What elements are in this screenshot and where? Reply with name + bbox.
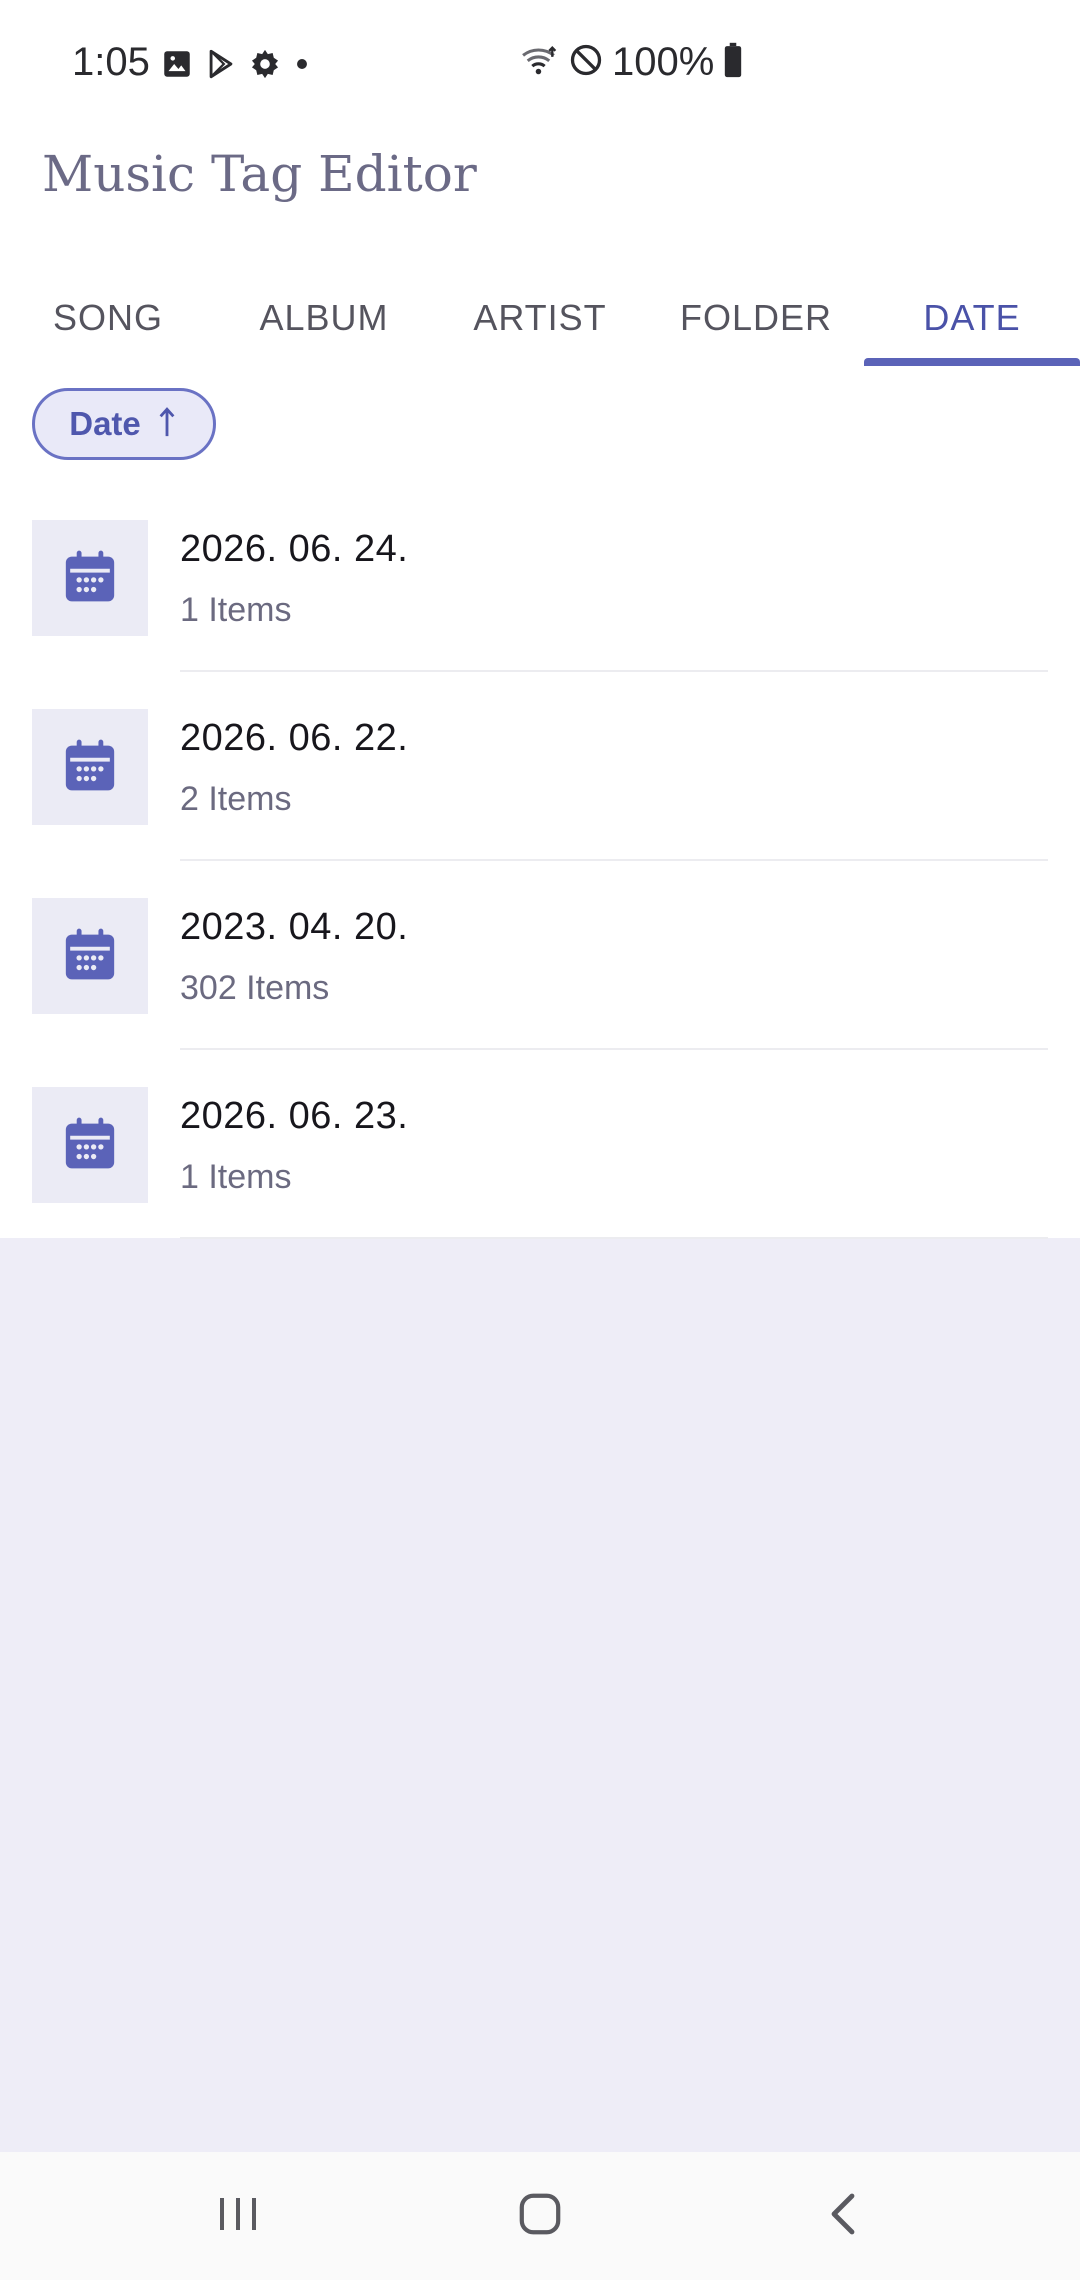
battery-percent: 100% [612,40,715,84]
tab-indicator [864,358,1080,366]
date-list: 2026. 06. 24. 1 Items 2026. 06. 22. 2 It… [0,500,1080,1256]
tab-artist[interactable]: ARTIST [432,270,648,366]
navigation-bar [0,2152,1080,2280]
item-count: 1 Items [180,1158,292,1196]
list-item[interactable]: 2026. 06. 23. 1 Items [0,1067,1080,1256]
item-thumbnail [32,1087,148,1203]
notification-icons [160,44,312,84]
system-status: 100% [520,38,744,86]
do-not-disturb-icon [568,42,604,83]
divider [180,859,1048,861]
list-item[interactable]: 2026. 06. 24. 1 Items [0,500,1080,689]
status-time: 1:05 [72,40,150,84]
calendar-icon [61,547,119,610]
divider [180,1237,1048,1239]
divider [180,1048,1048,1050]
item-date: 2026. 06. 22. [180,717,409,759]
tab-album[interactable]: ALBUM [216,270,432,366]
list-item[interactable]: 2023. 04. 20. 302 Items [0,878,1080,1067]
arrow-up-icon [155,405,179,444]
item-date: 2026. 06. 23. [180,1095,409,1137]
home-icon [517,2191,563,2242]
item-count: 1 Items [180,591,292,629]
item-thumbnail [32,898,148,1014]
image-icon [160,47,194,81]
tab-song[interactable]: SONG [0,270,216,366]
status-bar: 1:05 100% [0,0,1080,124]
gear-icon [248,47,282,81]
item-thumbnail [32,709,148,825]
calendar-icon [61,1114,119,1177]
calendar-icon [61,925,119,988]
tab-bar: SONG ALBUM ARTIST FOLDER DATE [0,270,1080,366]
item-count: 2 Items [180,780,292,818]
battery-icon [722,42,744,83]
item-count: 302 Items [180,969,330,1007]
dot-icon [292,47,312,81]
divider [180,670,1048,672]
recents-button[interactable] [178,2176,298,2256]
calendar-icon [61,736,119,799]
item-thumbnail [32,520,148,636]
app-title: Music Tag Editor [42,145,477,203]
home-button[interactable] [480,2176,600,2256]
tab-date[interactable]: DATE [864,270,1080,366]
recents-icon [216,2194,260,2239]
back-button[interactable] [782,2176,902,2256]
wifi-icon [520,42,560,83]
back-icon [827,2192,857,2241]
tab-folder[interactable]: FOLDER [648,270,864,366]
list-item[interactable]: 2026. 06. 22. 2 Items [0,689,1080,878]
sort-chip-label: Date [69,405,141,442]
play-store-icon [204,47,238,81]
sort-chip[interactable]: Date [32,388,216,460]
item-date: 2023. 04. 20. [180,906,409,948]
item-date: 2026. 06. 24. [180,528,409,570]
